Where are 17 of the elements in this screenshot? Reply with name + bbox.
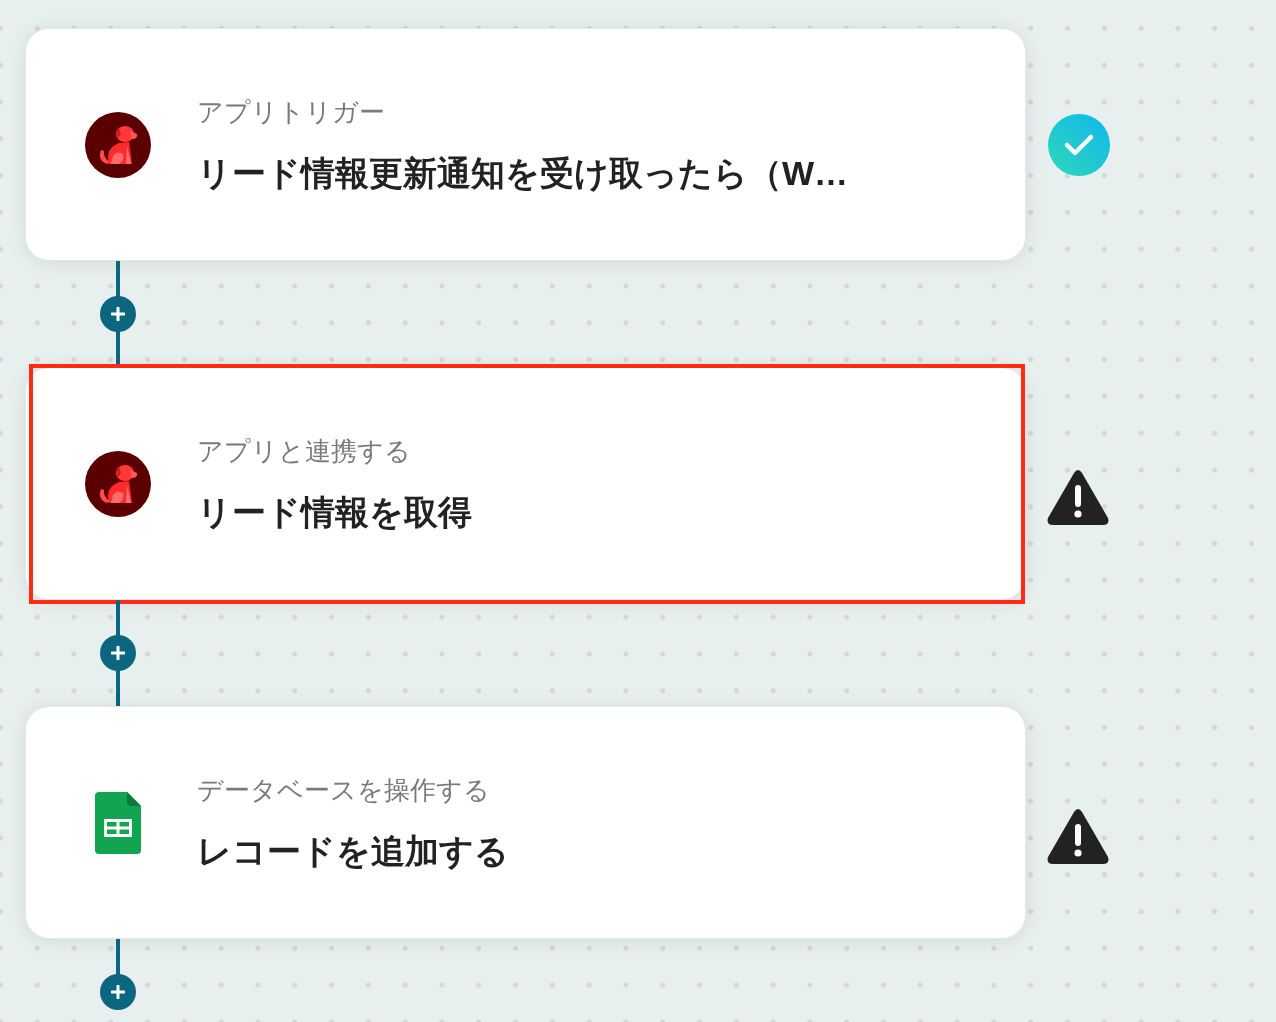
step-title: リード情報更新通知を受け取ったら（W…	[197, 153, 849, 194]
add-step-button[interactable]	[100, 296, 136, 332]
step-type-label: アプリと連携する	[197, 435, 412, 468]
dog-icon	[85, 111, 151, 178]
plus-icon	[111, 985, 125, 999]
step-card[interactable]: データベースを操作する レコードを追加する	[25, 706, 1026, 939]
spreadsheet-icon	[95, 791, 141, 854]
plus-icon	[111, 307, 125, 321]
step-card[interactable]: アプリトリガー リード情報更新通知を受け取ったら（W…	[25, 28, 1026, 261]
step-title: レコードを追加する	[197, 831, 509, 872]
add-step-button[interactable]	[100, 974, 136, 1010]
dog-icon	[85, 450, 151, 517]
step-title: リード情報を取得	[197, 492, 472, 533]
add-step-button[interactable]	[100, 635, 136, 671]
plus-icon	[111, 646, 125, 660]
step-type-label: アプリトリガー	[197, 96, 386, 129]
step-type-label: データベースを操作する	[197, 774, 491, 807]
